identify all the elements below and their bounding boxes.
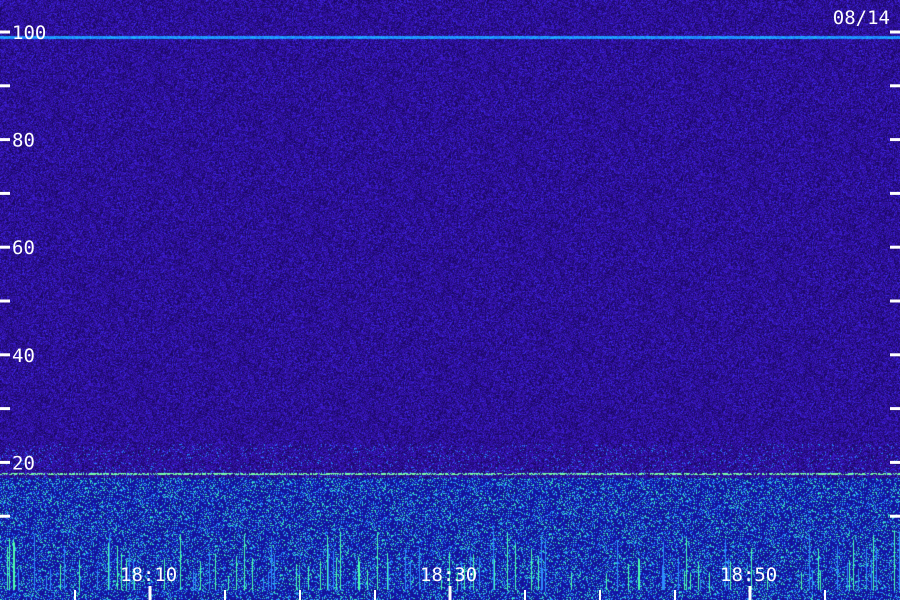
y-tick-label: 80 xyxy=(12,130,35,152)
y-axis-right xyxy=(890,30,900,518)
y-tick-label: 40 xyxy=(12,345,35,367)
y-axis-left: 100 80 60 40 20 xyxy=(0,22,46,518)
x-tick-label: 18:30 xyxy=(420,564,477,586)
date-label: 08/14 xyxy=(833,7,890,29)
spectrogram-chart: 100 80 60 40 20 18:10 18:30 18:50 08/14 xyxy=(0,7,900,600)
y-tick-label: 100 xyxy=(12,22,46,44)
x-axis: 18:10 18:30 18:50 xyxy=(74,564,826,600)
y-tick-label: 20 xyxy=(12,452,35,474)
y-tick-label: 60 xyxy=(12,237,35,259)
x-tick-label: 18:10 xyxy=(120,564,177,586)
x-tick-label: 18:50 xyxy=(720,564,777,586)
